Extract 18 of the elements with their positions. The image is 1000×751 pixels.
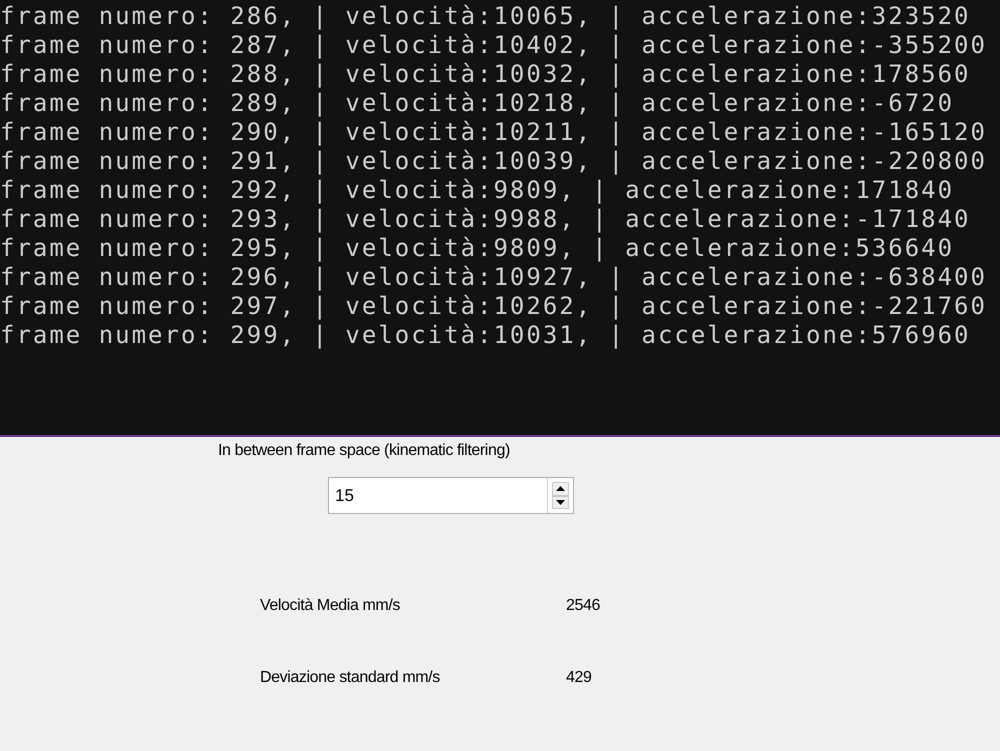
console-line: frame numero: 295, | velocità:9809, | accelerazione:536640 xyxy=(0,234,956,263)
console-line: frame numero: 289, | velocità:10218, | accelerazione:-6720 xyxy=(0,89,956,118)
console-line: frame numero: 287, | velocità:10402, | accelerazione:-355200 xyxy=(0,31,988,60)
field-label: In between frame space (kinematic filtering) xyxy=(218,442,510,459)
console-line: frame numero: 296, | velocità:10927, | accelerazione:-638400 xyxy=(0,263,988,292)
stat-value: 429 xyxy=(566,668,592,688)
number-field[interactable]: 15 xyxy=(328,477,574,514)
console-line: frame numero: 292, | velocità:9809, | accelerazione:171840 xyxy=(0,176,956,205)
console-line: frame numero: 291, | velocità:10039, | accelerazione:-220800 xyxy=(0,147,988,176)
stat-label: Velocità Media mm/s xyxy=(260,596,402,616)
console-line: frame numero: 288, | velocità:10032, | accelerazione:178560 xyxy=(0,60,972,89)
console-line: frame numero: 286, | velocità:10065, | accelerazione:323520 xyxy=(0,2,972,31)
console-line: frame numero: 293, | velocità:9988, | accelerazione:-171840 xyxy=(0,205,972,234)
console-line: frame numero: 290, | velocità:10211, | accelerazione:-165120 xyxy=(0,118,988,147)
stat-label: Deviazione standard mm/s xyxy=(260,668,441,688)
stat-value: 2546 xyxy=(566,596,600,616)
console-line: frame numero: 299, | velocità:10031, | accelerazione:576960 xyxy=(0,321,972,350)
console-line: frame numero: 297, | velocità:10262, | accelerazione:-221760 xyxy=(0,292,988,321)
